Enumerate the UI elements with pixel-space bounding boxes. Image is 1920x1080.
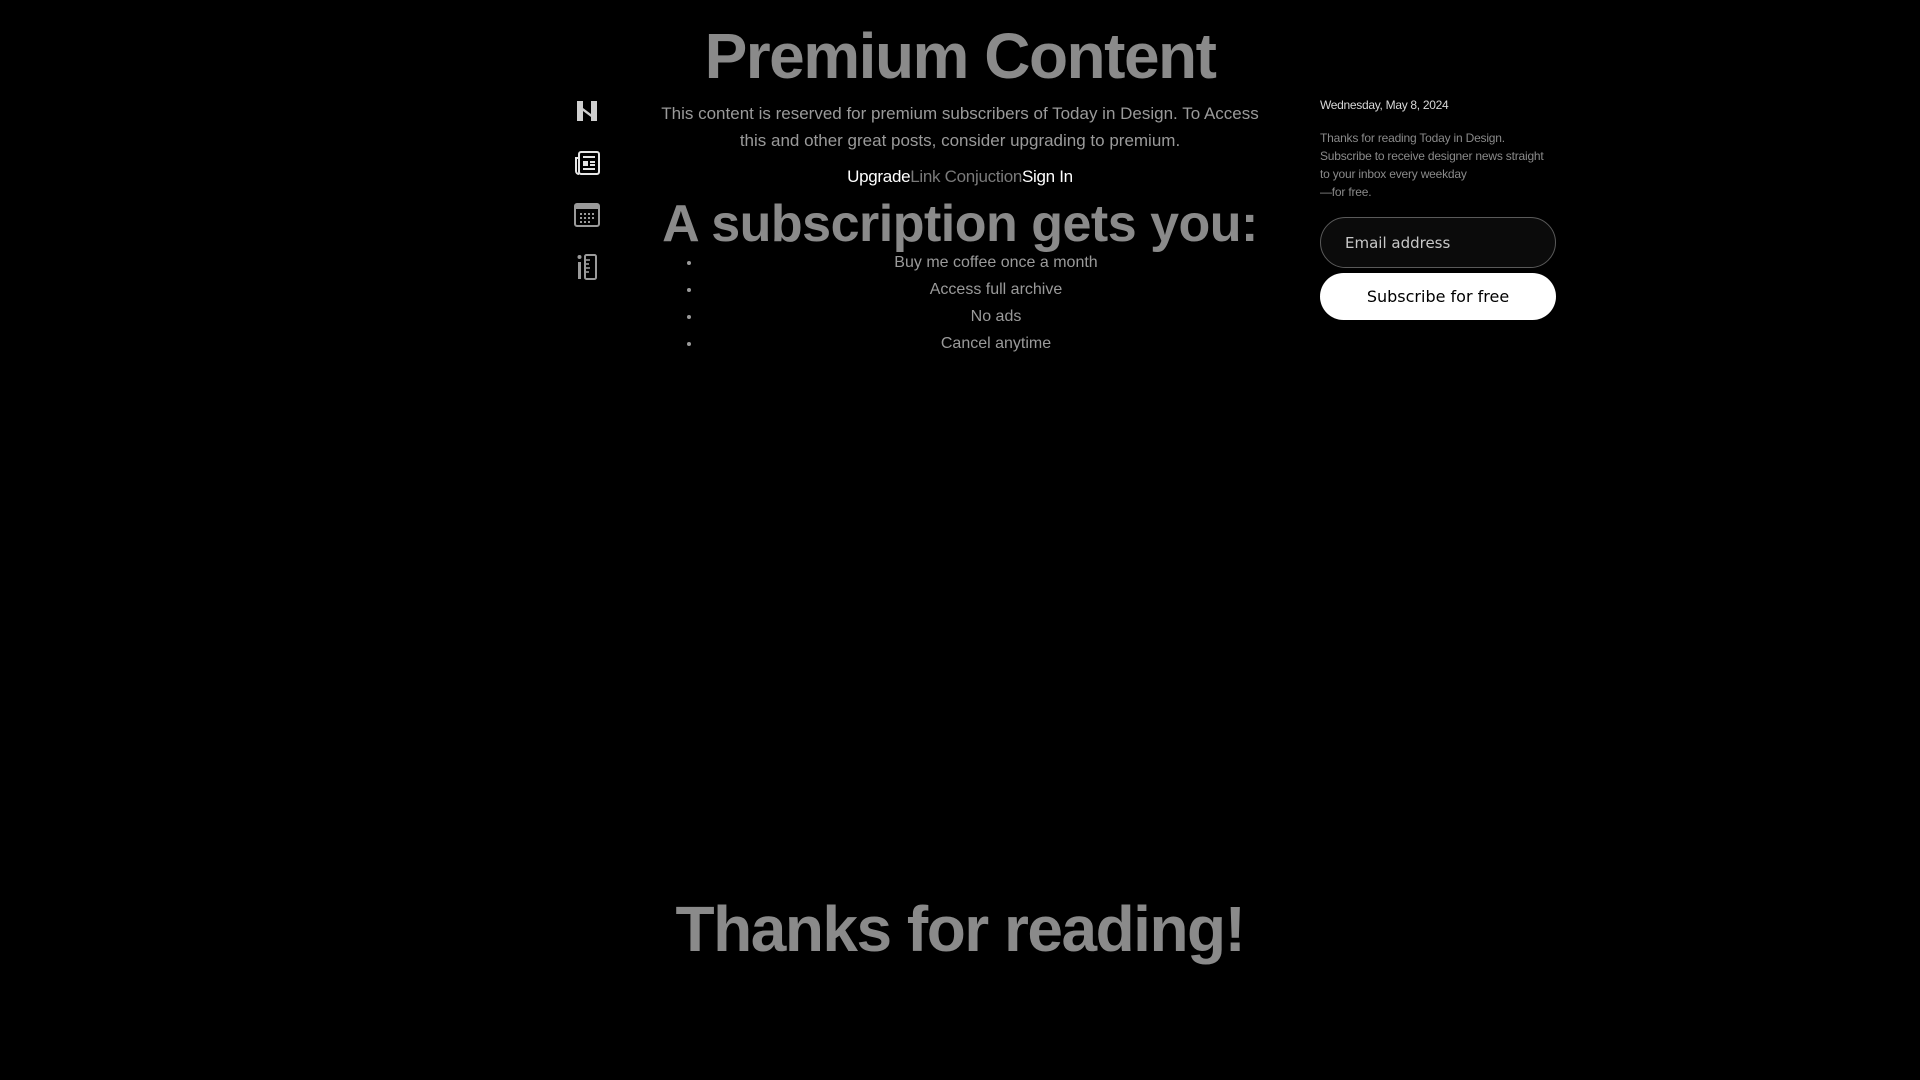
- subscription-heading: A subscription gets you:: [662, 195, 1258, 253]
- subscribe-panel: Wednesday, May 8, 2024 Thanks for readin…: [1320, 96, 1556, 320]
- blurb-line: Thanks for reading Today in Design.: [1320, 131, 1505, 145]
- premium-links: UpgradeLink ConjuctionSign In: [650, 166, 1270, 188]
- current-date: Wednesday, May 8, 2024: [1320, 98, 1449, 112]
- page-title: Premium Content: [704, 20, 1217, 92]
- premium-intro-text: This content is reserved for premium sub…: [661, 104, 1259, 150]
- subscribe-blurb: Thanks for reading Today in Design. Subs…: [1320, 129, 1556, 201]
- calendar-icon[interactable]: [572, 200, 602, 230]
- upgrade-link[interactable]: Upgrade: [847, 167, 910, 186]
- benefits-list: Buy me coffee once a month Access full a…: [680, 249, 1290, 357]
- thanks-heading: Thanks for reading!: [675, 893, 1246, 965]
- list-item: No ads: [702, 303, 1290, 330]
- tools-icon[interactable]: [572, 252, 602, 282]
- list-item: Buy me coffee once a month: [702, 249, 1290, 276]
- list-item: Cancel anytime: [702, 330, 1290, 357]
- subscribe-button[interactable]: Subscribe for free: [1320, 273, 1556, 320]
- link-conjunction: Link Conjuction: [910, 167, 1023, 186]
- blurb-line: Subscribe to receive designer news strai…: [1320, 149, 1544, 181]
- sign-in-link[interactable]: Sign In: [1022, 167, 1073, 186]
- sidebar-nav: [570, 96, 604, 304]
- page: Premium Content This content is reserved…: [0, 0, 1920, 1080]
- newspaper-icon[interactable]: [572, 148, 602, 178]
- logo-h-icon[interactable]: [572, 96, 602, 126]
- email-field[interactable]: [1320, 217, 1556, 268]
- blurb-line: —for free.: [1320, 185, 1372, 199]
- list-item: Access full archive: [702, 276, 1290, 303]
